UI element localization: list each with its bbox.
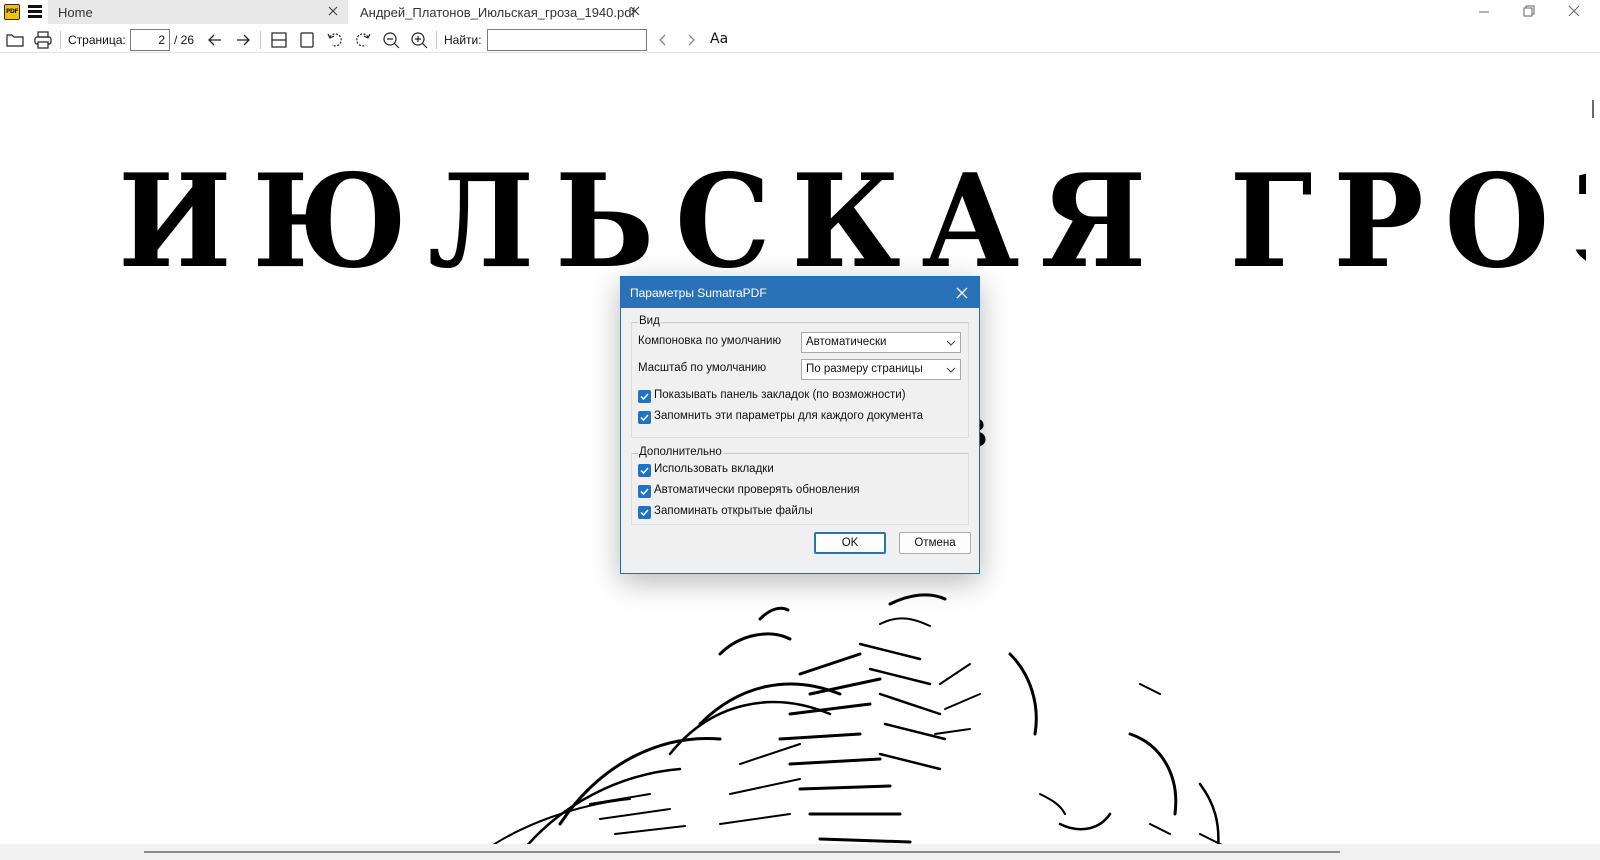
toolbar-separator (436, 31, 437, 49)
tab-home[interactable]: Home (48, 0, 348, 24)
open-folder-icon[interactable] (4, 29, 26, 51)
restore-icon (1523, 5, 1535, 17)
zoom-label: Масштаб по умолчанию (638, 362, 767, 374)
zoom-select[interactable]: По размеру страницы (801, 359, 961, 380)
ok-button[interactable]: OK (814, 532, 886, 554)
toolbar: Страница: / 26 Найти: Aa (0, 26, 1600, 53)
zoom-select-value: По размеру страницы (806, 363, 923, 375)
cancel-button[interactable]: Отмена (899, 532, 971, 554)
checkbox-label: Автоматически проверять обновления (654, 484, 860, 496)
print-icon[interactable] (32, 29, 54, 51)
close-window-button[interactable] (1552, 0, 1596, 24)
title-bar: PDF Home Андрей_Платонов_Июльская_гроза_… (0, 0, 1600, 24)
rotate-left-icon[interactable] (324, 29, 346, 51)
app-logo: PDF (4, 4, 20, 20)
layout-select[interactable]: Автоматически (801, 332, 961, 353)
restore-button[interactable] (1506, 0, 1550, 24)
settings-dialog: Параметры SumatraPDF Вид Компоновка по у… (620, 276, 980, 574)
dialog-close-icon[interactable] (951, 282, 973, 304)
close-icon (1568, 5, 1580, 17)
prev-page-icon[interactable] (204, 29, 226, 51)
tab-label: Home (58, 5, 93, 20)
minimize-icon (1479, 11, 1489, 13)
toolbar-separator (260, 31, 261, 49)
checkbox-checked-icon[interactable] (638, 485, 651, 498)
zoom-out-icon[interactable] (380, 29, 402, 51)
checkbox-label: Показывать панель закладок (по возможнос… (654, 389, 906, 401)
find-label: Найти: (444, 33, 482, 47)
chevron-down-icon (946, 367, 956, 373)
chevron-down-icon (946, 340, 956, 346)
tab-document[interactable]: Андрей_Платонов_Июльская_гроза_1940.pdf (350, 0, 650, 24)
document-title: ИЮЛЬСКАЯ ГРОЗА (118, 147, 1586, 297)
total-pages: / 26 (174, 33, 195, 47)
checkbox-checked-icon[interactable] (638, 390, 651, 403)
tab-close-icon[interactable] (326, 4, 340, 18)
checkbox-label: Запомнить эти параметры для каждого доку… (654, 410, 923, 422)
horizontal-scroll-thumb[interactable] (144, 851, 1340, 853)
checkbox-checked-icon[interactable] (638, 411, 651, 424)
match-case-icon[interactable]: Aa (710, 31, 728, 47)
find-input[interactable] (487, 29, 647, 51)
find-prev-icon[interactable] (652, 29, 674, 51)
dialog-title: Параметры SumatraPDF (630, 286, 767, 300)
fit-width-icon[interactable] (268, 29, 290, 51)
toolbar-separator (60, 31, 61, 49)
layout-label: Компоновка по умолчанию (638, 335, 782, 347)
checkbox-label: Использовать вкладки (654, 463, 774, 475)
checkbox-label: Запоминать открытые файлы (654, 505, 813, 517)
document-illustration (492, 593, 1223, 844)
page-number-input[interactable] (130, 29, 170, 51)
vertical-scrollbar[interactable] (1586, 54, 1600, 844)
layout-select-value: Автоматически (806, 336, 887, 348)
next-page-icon[interactable] (232, 29, 254, 51)
page-label: Страница: (68, 33, 126, 47)
advanced-group-legend: Дополнительно (638, 446, 723, 458)
vertical-scroll-thumb[interactable] (1592, 100, 1594, 118)
fit-page-icon[interactable] (296, 29, 318, 51)
tab-close-icon[interactable] (628, 4, 642, 18)
view-group-legend: Вид (638, 315, 661, 327)
rotate-right-icon[interactable] (352, 29, 374, 51)
dialog-title-bar[interactable]: Параметры SumatraPDF (621, 277, 979, 308)
checkbox-checked-icon[interactable] (638, 506, 651, 519)
tab-label: Андрей_Платонов_Июльская_гроза_1940.pdf (360, 5, 636, 20)
zoom-in-icon[interactable] (408, 29, 430, 51)
horizontal-scrollbar[interactable] (0, 844, 1600, 860)
find-next-icon[interactable] (680, 29, 702, 51)
hamburger-menu-icon[interactable] (28, 5, 44, 19)
minimize-button[interactable] (1462, 0, 1506, 24)
checkbox-checked-icon[interactable] (638, 464, 651, 477)
